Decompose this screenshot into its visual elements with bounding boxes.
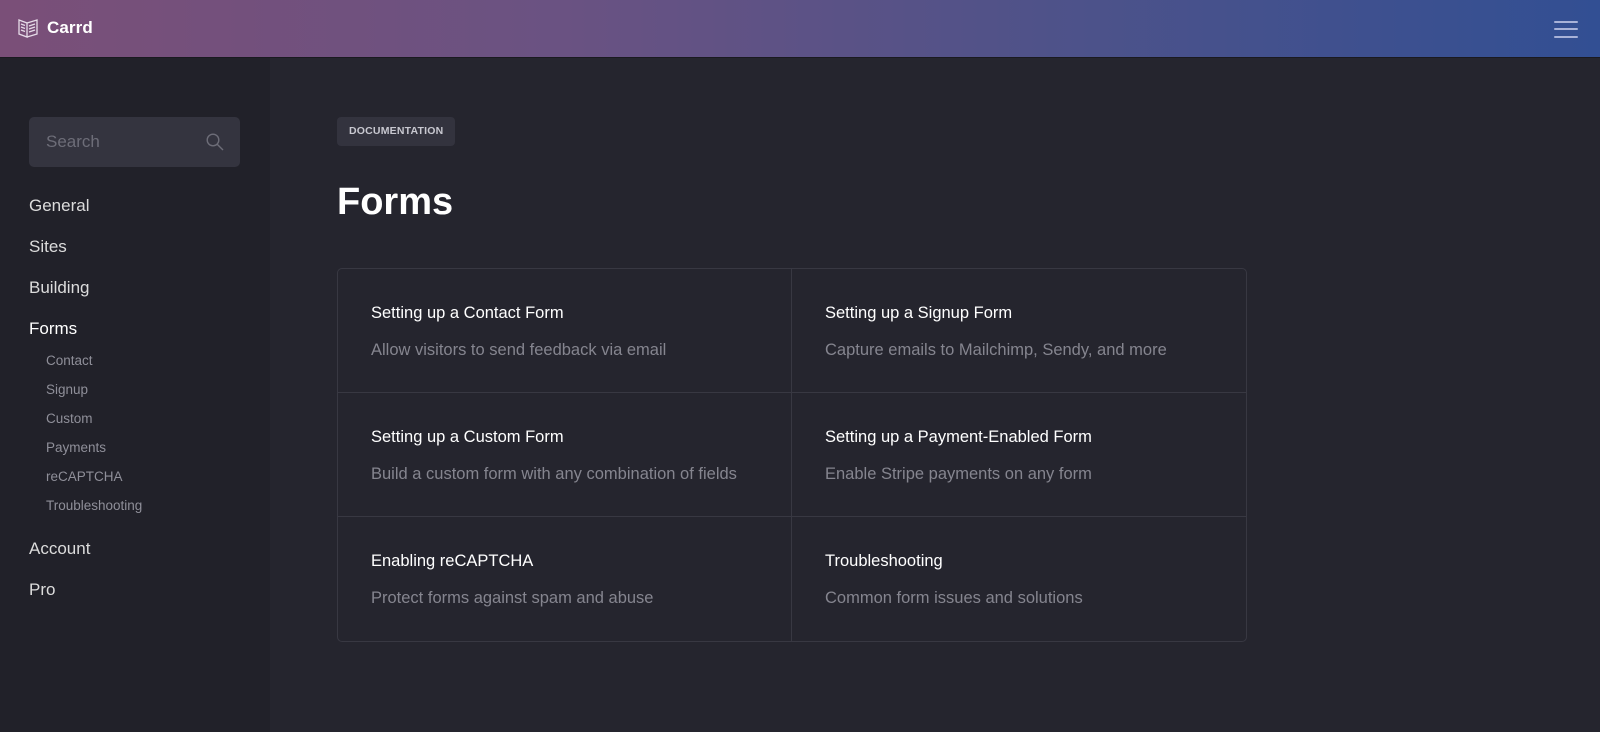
card-title: Setting up a Signup Form <box>825 304 1013 322</box>
sidebar: General Sites Building Forms Contact Sig… <box>0 58 270 732</box>
section-badge[interactable]: DOCUMENTATION <box>337 117 456 146</box>
card-description: Build a custom form with any combination… <box>371 465 737 483</box>
sidebar-subitem-troubleshooting[interactable]: Troubleshooting <box>29 497 142 526</box>
search-box <box>29 117 240 167</box>
article-card-troubleshooting[interactable]: Troubleshooting Common form issues and s… <box>792 517 1246 641</box>
article-grid: Setting up a Contact Form Allow visitors… <box>337 268 1247 642</box>
sidebar-nav: General Sites Building Forms Contact Sig… <box>29 195 142 620</box>
article-card-payment[interactable]: Setting up a Payment-Enabled Form Enable… <box>792 393 1246 517</box>
article-card-signup[interactable]: Setting up a Signup Form Capture emails … <box>792 269 1246 393</box>
menu-line <box>1554 28 1578 30</box>
brand-link[interactable]: Carrd <box>18 17 93 39</box>
hamburger-menu-icon[interactable] <box>1554 20 1578 39</box>
carrd-book-icon <box>18 19 38 38</box>
card-title: Setting up a Payment-Enabled Form <box>825 428 1092 446</box>
sidebar-item-pro[interactable]: Pro <box>29 579 142 620</box>
card-description: Capture emails to Mailchimp, Sendy, and … <box>825 341 1167 359</box>
sidebar-item-building[interactable]: Building <box>29 277 142 318</box>
forms-subnav: Contact Signup Custom Payments reCAPTCHA… <box>29 352 142 526</box>
sidebar-subitem-payments[interactable]: Payments <box>29 439 142 468</box>
card-description: Enable Stripe payments on any form <box>825 465 1092 483</box>
article-card-recaptcha[interactable]: Enabling reCAPTCHA Protect forms against… <box>338 517 792 641</box>
card-title: Setting up a Contact Form <box>371 304 564 322</box>
sidebar-item-sites[interactable]: Sites <box>29 236 142 277</box>
search-icon[interactable] <box>206 133 224 151</box>
page-title: Forms <box>337 181 454 223</box>
card-description: Common form issues and solutions <box>825 589 1083 607</box>
card-description: Allow visitors to send feedback via emai… <box>371 341 667 359</box>
card-title: Setting up a Custom Form <box>371 428 564 446</box>
top-bar: Carrd <box>0 0 1600 58</box>
sidebar-subitem-custom[interactable]: Custom <box>29 410 142 439</box>
menu-line <box>1554 36 1578 38</box>
sidebar-subitem-recaptcha[interactable]: reCAPTCHA <box>29 468 142 497</box>
sidebar-subitem-contact[interactable]: Contact <box>29 352 142 381</box>
brand-name: Carrd <box>47 18 93 37</box>
card-description: Protect forms against spam and abuse <box>371 589 654 607</box>
card-title: Troubleshooting <box>825 552 943 570</box>
sidebar-item-account[interactable]: Account <box>29 538 142 579</box>
menu-line <box>1554 21 1578 23</box>
sidebar-item-general[interactable]: General <box>29 195 142 236</box>
article-card-custom[interactable]: Setting up a Custom Form Build a custom … <box>338 393 792 517</box>
card-title: Enabling reCAPTCHA <box>371 552 534 570</box>
article-card-contact[interactable]: Setting up a Contact Form Allow visitors… <box>338 269 792 393</box>
sidebar-subitem-signup[interactable]: Signup <box>29 381 142 410</box>
